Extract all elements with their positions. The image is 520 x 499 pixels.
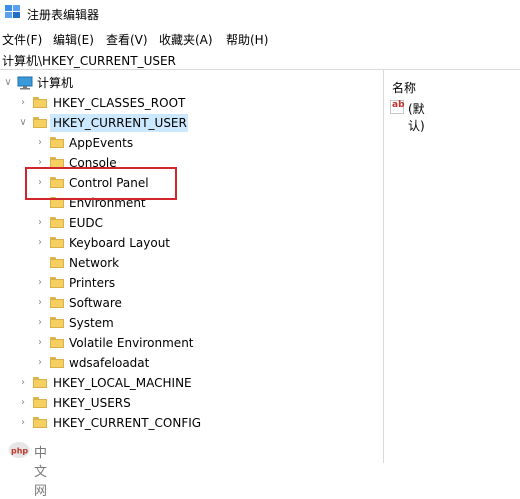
- folder-icon: [50, 337, 64, 348]
- address-path[interactable]: 计算机\HKEY_CURRENT_USER: [2, 52, 176, 69]
- tree-node-hku[interactable]: › HKEY_USERS: [0, 394, 383, 412]
- menu-help[interactable]: 帮助(H): [226, 31, 268, 48]
- menu-bar: 文件(F) 编辑(E) 查看(V) 收藏夹(A) 帮助(H): [0, 29, 520, 47]
- watermark-text: 中文网: [34, 446, 48, 499]
- folder-icon: [33, 377, 47, 388]
- folder-icon: [50, 297, 64, 308]
- folder-icon: [33, 417, 47, 428]
- tree-label-printers: Printers: [69, 276, 116, 290]
- folder-icon: [50, 217, 64, 228]
- chevron-right-icon[interactable]: ›: [35, 274, 45, 292]
- tree-node-hklm[interactable]: › HKEY_LOCAL_MACHINE: [0, 374, 383, 392]
- folder-open-icon: [33, 117, 47, 128]
- tree-label-eudc: EUDC: [69, 216, 103, 230]
- value-name: (默认): [408, 102, 425, 133]
- tree-node-system[interactable]: › System: [0, 314, 383, 332]
- menu-edit[interactable]: 编辑(E): [53, 31, 94, 48]
- folder-icon: [50, 137, 64, 148]
- chevron-right-icon[interactable]: ›: [18, 414, 28, 432]
- annotation-highlight-box: [25, 167, 177, 200]
- window-title: 注册表编辑器: [27, 8, 100, 22]
- tree-label-hkcc: HKEY_CURRENT_CONFIG: [53, 416, 202, 430]
- tree-label-hkcr: HKEY_CLASSES_ROOT: [53, 96, 186, 110]
- tree-label-wdsafeloadat: wdsafeloadat: [69, 356, 150, 370]
- chevron-right-icon[interactable]: ›: [35, 134, 45, 152]
- chevron-right-icon[interactable]: ›: [35, 334, 45, 352]
- tree-label-appevents: AppEvents: [69, 136, 134, 150]
- address-bar[interactable]: 计算机\HKEY_CURRENT_USER: [0, 50, 520, 70]
- folder-icon: [50, 317, 64, 328]
- chevron-right-icon[interactable]: ›: [35, 234, 45, 252]
- folder-icon: [33, 397, 47, 408]
- menu-view[interactable]: 查看(V): [106, 31, 148, 48]
- tree-node-keyboard-layout[interactable]: › Keyboard Layout: [0, 234, 383, 252]
- tree-node-volatile-environment[interactable]: › Volatile Environment: [0, 334, 383, 352]
- tree-node-hkcr[interactable]: › HKEY_CLASSES_ROOT: [0, 94, 383, 112]
- tree-label-hklm: HKEY_LOCAL_MACHINE: [53, 376, 192, 390]
- folder-icon: [50, 357, 64, 368]
- tree-label-network: Network: [69, 256, 120, 270]
- folder-icon: [50, 257, 64, 268]
- folder-icon: [50, 277, 64, 288]
- chevron-right-icon[interactable]: ›: [35, 314, 45, 332]
- chevron-right-icon[interactable]: ›: [35, 214, 45, 232]
- tree-node-appevents[interactable]: › AppEvents: [0, 134, 383, 152]
- tree-label-keyboard-layout: Keyboard Layout: [69, 236, 171, 250]
- tree-node-software[interactable]: › Software: [0, 294, 383, 312]
- chevron-right-icon[interactable]: ›: [18, 394, 28, 412]
- tree-node-computer[interactable]: ∨ 计算机: [0, 74, 383, 92]
- tree-node-printers[interactable]: › Printers: [0, 274, 383, 292]
- chevron-down-icon[interactable]: ∨: [3, 74, 13, 92]
- tree-node-eudc[interactable]: › EUDC: [0, 214, 383, 232]
- chevron-right-icon[interactable]: ›: [18, 374, 28, 392]
- title-bar: 注册表编辑器: [0, 0, 520, 26]
- menu-file[interactable]: 文件(F): [2, 31, 42, 48]
- chevron-right-icon[interactable]: ›: [35, 354, 45, 372]
- computer-icon: [17, 76, 33, 90]
- tree-node-hkcu[interactable]: ∨ HKEY_CURRENT_USER: [0, 114, 383, 132]
- php-logo-text: php: [11, 447, 28, 456]
- tree-label-volatile-environment: Volatile Environment: [69, 336, 194, 350]
- tree-label-software: Software: [69, 296, 122, 310]
- string-value-icon: ab: [390, 100, 405, 114]
- folder-icon: [50, 237, 64, 248]
- registry-tree[interactable]: ∨ 计算机 › HKEY_CLASSES_ROOT ∨ HKEY_CURRENT…: [0, 70, 383, 463]
- php-logo-icon: php: [8, 442, 30, 458]
- values-pane[interactable]: 名称 ab (默认): [384, 70, 520, 463]
- tree-label-system: System: [69, 316, 114, 330]
- tree-label-computer: 计算机: [37, 76, 74, 90]
- tree-node-network[interactable]: Network: [0, 254, 383, 272]
- folder-icon: [33, 97, 47, 108]
- column-header-name[interactable]: 名称: [392, 79, 416, 96]
- chevron-right-icon[interactable]: ›: [35, 294, 45, 312]
- chevron-down-icon[interactable]: ∨: [18, 114, 28, 132]
- registry-app-icon: [5, 5, 20, 18]
- menu-favorites[interactable]: 收藏夹(A): [159, 31, 213, 48]
- chevron-right-icon[interactable]: ›: [18, 94, 28, 112]
- tree-node-wdsafeloadat[interactable]: › wdsafeloadat: [0, 354, 383, 372]
- tree-label-hku: HKEY_USERS: [53, 396, 131, 410]
- tree-node-hkcc[interactable]: › HKEY_CURRENT_CONFIG: [0, 414, 383, 432]
- tree-label-hkcu: HKEY_CURRENT_USER: [53, 116, 187, 130]
